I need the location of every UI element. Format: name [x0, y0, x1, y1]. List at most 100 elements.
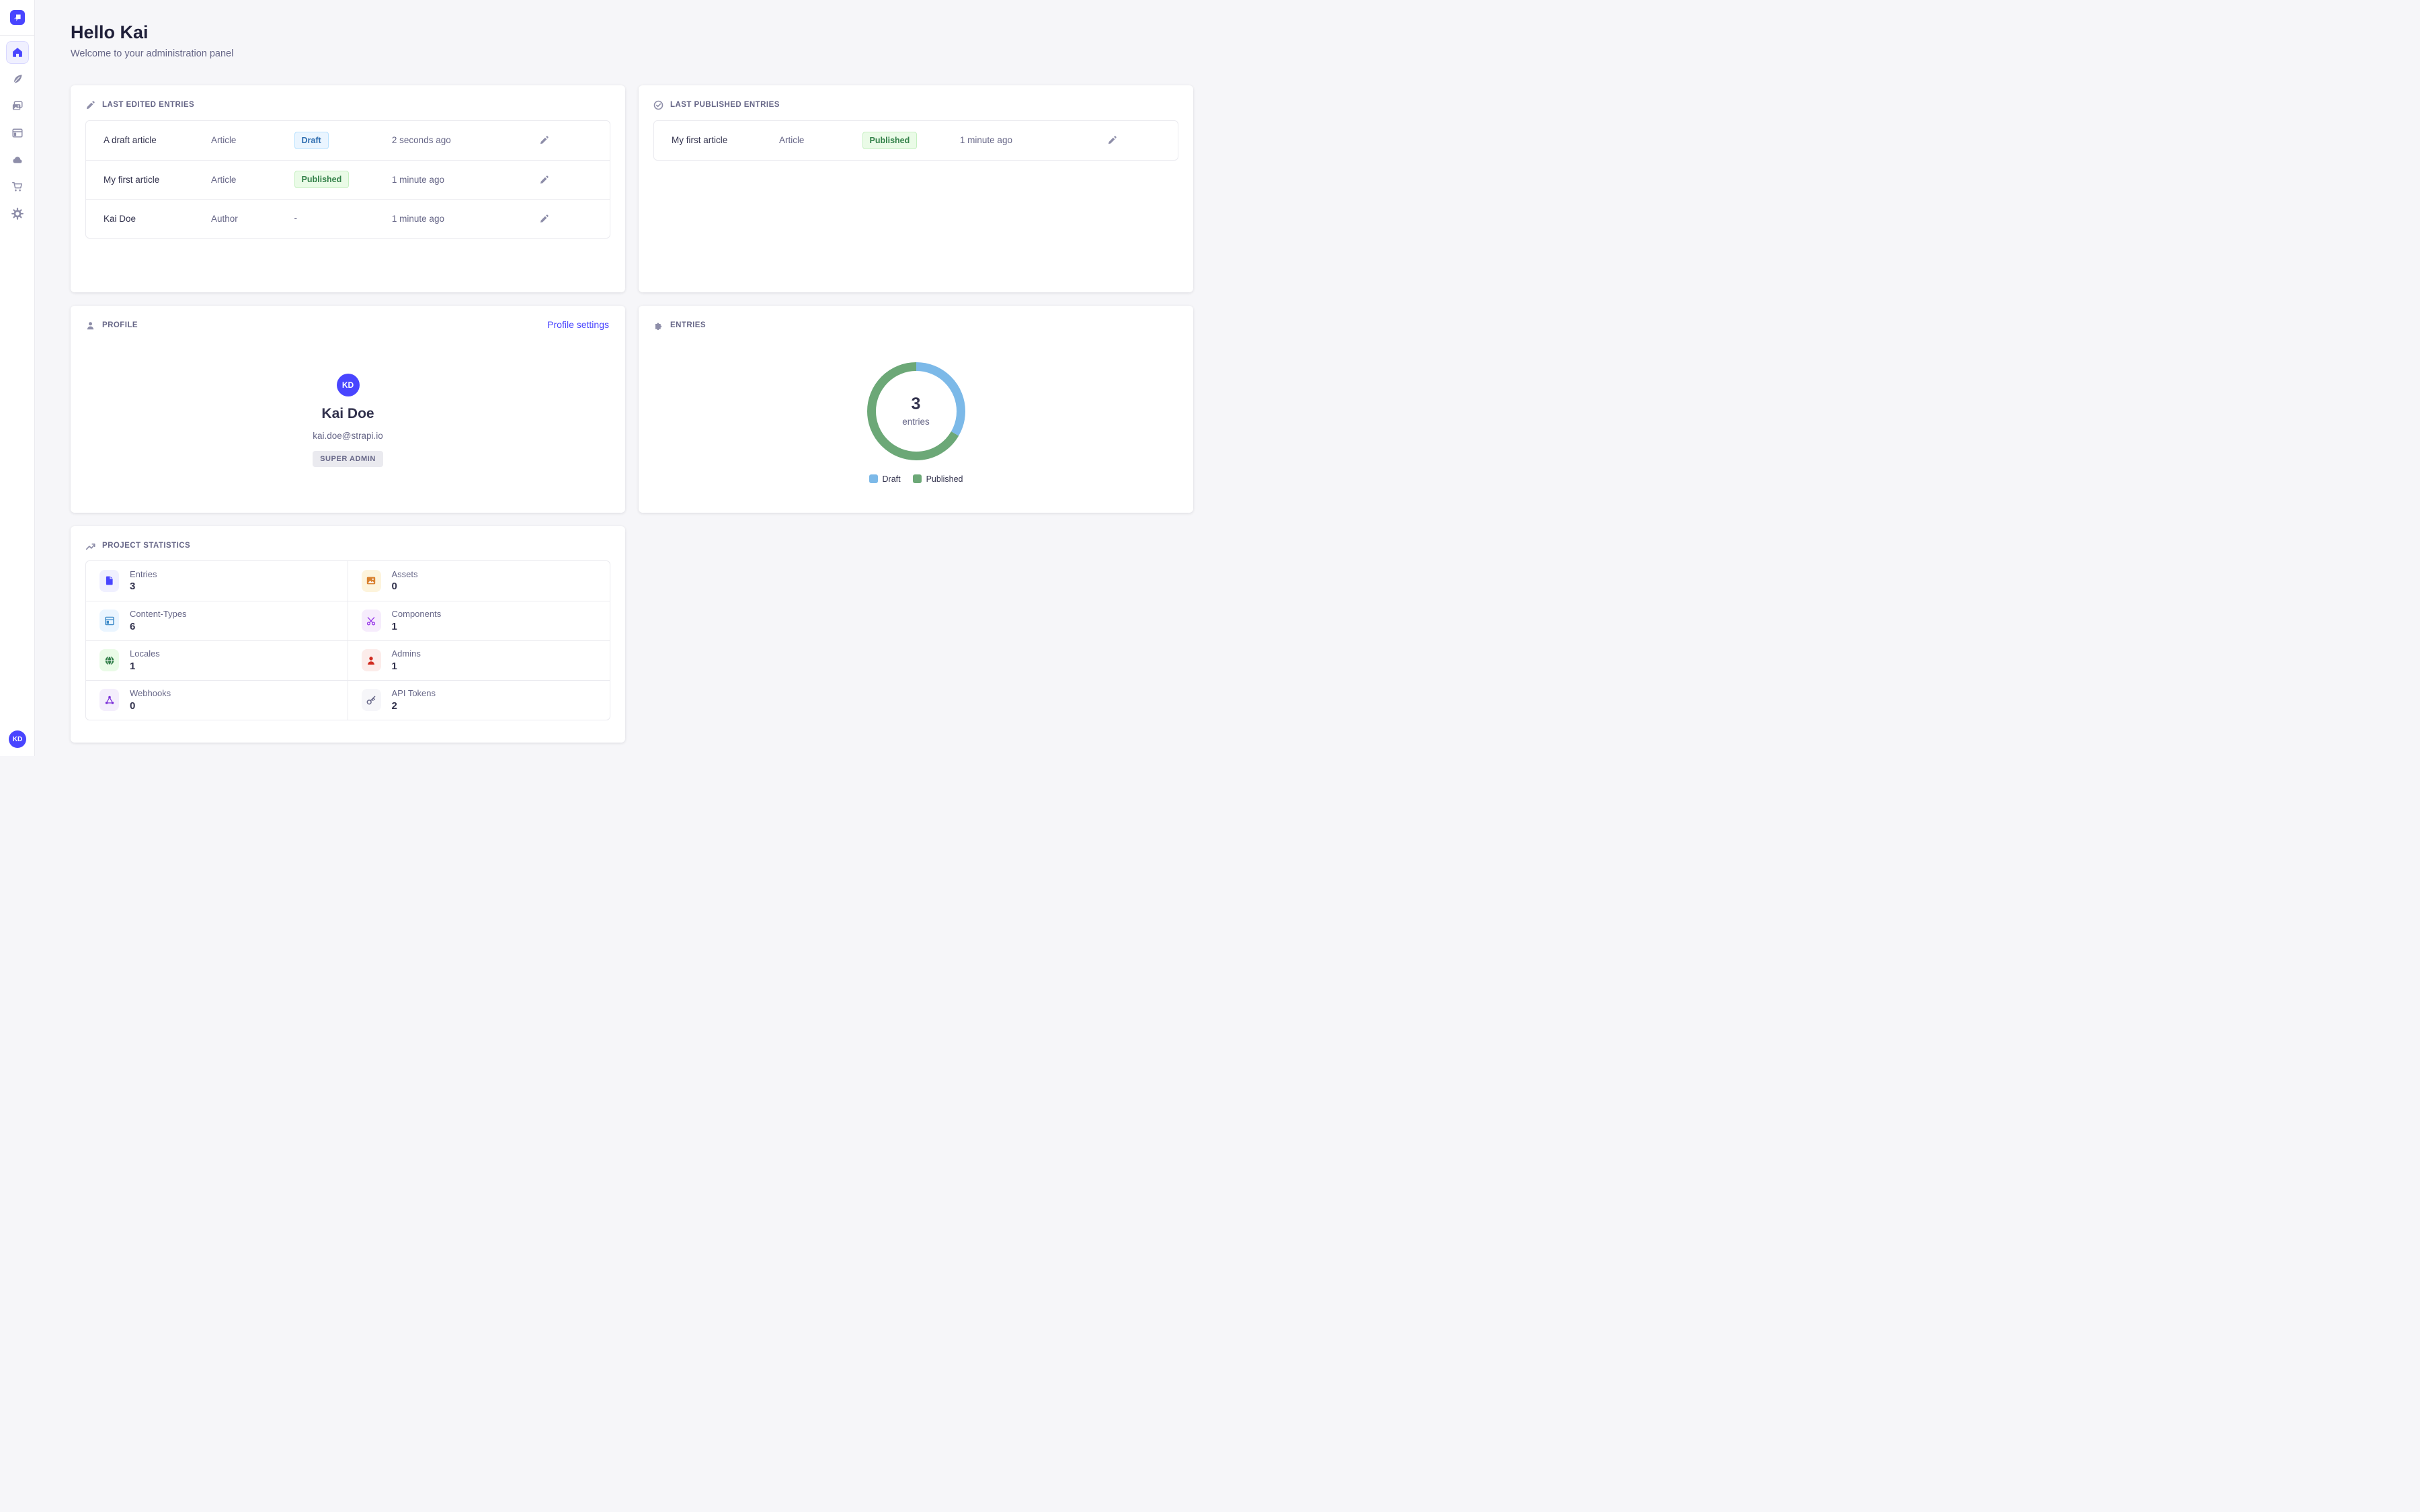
stat-value: 1	[392, 661, 421, 672]
profile-card: PROFILE Profile settings KD Kai Doe kai.…	[71, 306, 625, 513]
entries-table: My first article Article Published 1 min…	[653, 120, 1178, 161]
stat-label: Components	[392, 609, 442, 620]
stat-text: API Tokens2	[392, 688, 436, 712]
user-avatar[interactable]: KD	[9, 730, 26, 748]
edit-cell	[524, 175, 592, 185]
table-row[interactable]: My first article Article Published 1 min…	[86, 160, 610, 199]
stat-text: Locales1	[130, 648, 160, 672]
donut-chart: 3 entries	[862, 358, 970, 465]
dashboard-grid: LAST EDITED ENTRIES A draft article Arti…	[71, 85, 1193, 743]
user-icon	[85, 321, 95, 331]
settings-gear-icon	[11, 208, 24, 220]
page-title: Hello Kai	[71, 23, 1193, 43]
sidebar-item-content-type-builder[interactable]	[6, 122, 29, 144]
stat-value: 6	[130, 621, 187, 632]
entries-donut-wrap: 3 entries Draft Published	[653, 331, 1178, 484]
edit-cell	[524, 214, 592, 224]
sidebar-item-home[interactable]	[6, 41, 29, 64]
stat-text: Components1	[392, 609, 442, 632]
edit-cell	[524, 135, 592, 145]
globe-icon	[99, 649, 119, 671]
table-row[interactable]: Kai Doe Author - 1 minute ago	[86, 199, 610, 238]
edit-cell	[1092, 135, 1160, 145]
stat-text: Admins1	[392, 648, 421, 672]
stat-value: 3	[130, 581, 157, 592]
edit-pencil-icon[interactable]	[539, 175, 549, 185]
strapi-logo-icon	[11, 11, 24, 24]
entry-type: Article	[211, 135, 294, 145]
sidebar-item-content-manager[interactable]	[6, 68, 29, 91]
media-library-icon	[11, 100, 24, 112]
feather-icon	[11, 73, 24, 85]
key-icon	[362, 689, 381, 711]
entry-status-cell: Published	[862, 132, 960, 149]
entry-time: 1 minute ago	[392, 214, 524, 224]
card-title: LAST PUBLISHED ENTRIES	[670, 101, 780, 109]
draft-swatch	[869, 474, 878, 483]
edit-pencil-icon[interactable]	[539, 214, 549, 224]
entries-table: A draft article Article Draft 2 seconds …	[85, 120, 610, 239]
stat-label: Content-Types	[130, 609, 187, 620]
entry-status-cell: Published	[294, 171, 392, 188]
stat-locales: Locales1	[86, 640, 348, 680]
cloud-icon	[11, 154, 24, 166]
card-title: ENTRIES	[670, 321, 706, 329]
stat-assets: Assets0	[348, 561, 610, 601]
home-icon	[11, 46, 24, 58]
legend-label: Published	[926, 474, 963, 484]
file-icon	[99, 570, 119, 592]
entry-status-cell: -	[294, 212, 392, 224]
pencil-icon	[85, 100, 95, 110]
entries-chart-card: ENTRIES 3 entries	[639, 306, 1193, 513]
scissors-icon	[362, 610, 381, 632]
strapi-logo[interactable]	[10, 10, 25, 25]
admin-user-icon	[362, 649, 381, 671]
app-root: KD Hello Kai Welcome to your administrat…	[0, 0, 1210, 756]
entry-time: 2 seconds ago	[392, 135, 524, 145]
last-published-entries-card: LAST PUBLISHED ENTRIES My first article …	[639, 85, 1193, 292]
legend-label: Draft	[883, 474, 901, 484]
check-circle-icon	[653, 100, 663, 110]
trend-up-icon	[85, 541, 95, 551]
entry-status-cell: Draft	[294, 132, 392, 149]
stat-content-types: Content-Types6	[86, 601, 348, 640]
stat-entries: Entries3	[86, 561, 348, 601]
sidebar-item-media-library[interactable]	[6, 95, 29, 118]
webhook-icon	[99, 689, 119, 711]
profile-settings-link[interactable]: Profile settings	[547, 319, 609, 330]
sidebar-item-marketplace[interactable]	[6, 175, 29, 198]
table-row[interactable]: A draft article Article Draft 2 seconds …	[86, 121, 610, 160]
last-edited-entries-card: LAST EDITED ENTRIES A draft article Arti…	[71, 85, 625, 292]
main-content: Hello Kai Welcome to your administration…	[35, 0, 1210, 756]
stat-value: 0	[392, 581, 418, 592]
legend-item-draft: Draft	[869, 474, 901, 484]
sidebar-divider	[0, 35, 34, 36]
sidebar-item-cloud[interactable]	[6, 149, 29, 171]
card-header: ENTRIES	[653, 321, 1178, 331]
entry-type: Article	[779, 135, 862, 145]
image-icon	[362, 570, 381, 592]
table-row[interactable]: My first article Article Published 1 min…	[654, 121, 1178, 160]
entry-name: My first article	[104, 175, 211, 185]
card-header: LAST EDITED ENTRIES	[85, 100, 610, 110]
entry-name: A draft article	[104, 135, 211, 145]
card-title: LAST EDITED ENTRIES	[102, 101, 194, 109]
sidebar: KD	[0, 0, 35, 756]
donut-total-label: entries	[902, 417, 930, 427]
published-swatch	[913, 474, 922, 483]
edit-pencil-icon[interactable]	[1107, 135, 1117, 145]
status-badge: Published	[294, 171, 350, 188]
sidebar-nav	[0, 41, 34, 229]
entry-name: Kai Doe	[104, 214, 211, 224]
entry-name: My first article	[672, 135, 779, 145]
sidebar-item-settings[interactable]	[6, 202, 29, 225]
stat-text: Entries3	[130, 569, 157, 593]
stat-value: 1	[392, 621, 442, 632]
stats-grid: Entries3 Assets0 Content-Types6	[85, 560, 610, 720]
stat-label: API Tokens	[392, 688, 436, 699]
stat-admins: Admins1	[348, 640, 610, 680]
edit-pencil-icon[interactable]	[539, 135, 549, 145]
puzzle-icon	[653, 321, 663, 331]
card-title: PROFILE	[102, 321, 138, 329]
entry-type: Article	[211, 175, 294, 185]
